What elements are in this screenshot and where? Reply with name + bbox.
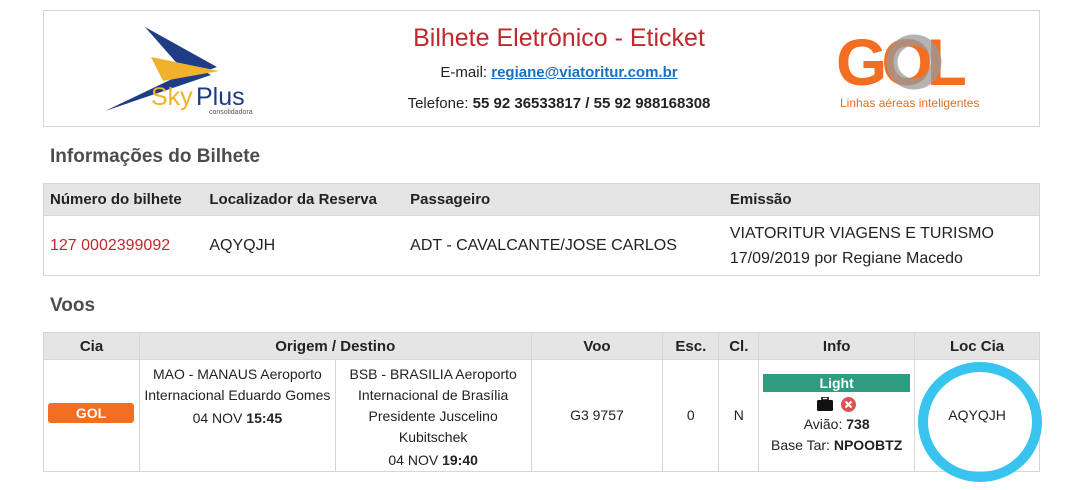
page-title: Bilhete Eletrônico - Eticket xyxy=(413,24,705,52)
aircraft-label: Avião: xyxy=(803,416,843,432)
issuance-cell: VIATORITUR VIAGENS E TURISMO 17/09/2019 … xyxy=(723,215,1040,276)
flights-table: Cia Origem / Destino Voo Esc. Cl. Info L… xyxy=(43,332,1040,472)
origin-time: 15:45 xyxy=(246,410,283,426)
origin-airport: MAO - MANAUS Aeroporto Internacional Edu… xyxy=(144,366,331,403)
column-header: Voo xyxy=(530,332,664,360)
passenger-name: ADT - CAVALCANTE/JOSE CARLOS xyxy=(404,215,724,276)
phone-value: 55 92 36533817 / 55 92 988168308 xyxy=(472,95,711,112)
email-link[interactable]: regiane@viatoritur.com.br xyxy=(491,64,677,81)
reservation-locator: AQYQJH xyxy=(203,215,405,276)
column-header: Emissão xyxy=(723,183,1040,216)
aircraft-line: Avião: 738 xyxy=(759,414,914,435)
fare-basis-label: Base Tar: xyxy=(771,437,830,453)
ticket-number: 127 0002399092 xyxy=(43,215,204,276)
gol-airline-logo: GOL xyxy=(48,402,135,423)
phone-label: Telefone: xyxy=(407,95,469,112)
fare-family-badge: Light xyxy=(763,374,911,392)
destination-date: 04 NOV xyxy=(388,452,439,468)
email-label: E-mail: xyxy=(440,64,488,81)
origin-date: 04 NOV xyxy=(192,410,243,426)
column-header: Origem / Destino xyxy=(138,332,532,360)
svg-text:GOL: GOL xyxy=(76,405,107,421)
fare-basis-line: Base Tar: NPOOBTZ xyxy=(759,435,914,456)
svg-text:GOL: GOL xyxy=(836,27,966,99)
phone-line: Telefone: 55 92 36533817 / 55 92 9881683… xyxy=(344,88,774,119)
table-row: GOL MAO - MANAUS Aeroporto Internacional… xyxy=(43,359,1040,472)
flight-number: G3 9757 xyxy=(530,359,664,472)
baggage-icon xyxy=(817,397,834,411)
info-cell: Light Avião: 738 Base Tar: NPOOBTZ xyxy=(758,359,916,472)
column-header: Localizador da Reserva xyxy=(203,183,405,216)
email-line: E-mail: regiane@viatoritur.com.br xyxy=(344,57,774,88)
column-header: Esc. xyxy=(662,332,720,360)
stops-count: 0 xyxy=(662,359,720,472)
destination-time: 19:40 xyxy=(442,452,478,468)
no-refund-icon xyxy=(841,396,857,412)
destination-cell: BSB - BRASILIA Aeroporto Internacional d… xyxy=(334,359,532,472)
svg-text:Plus: Plus xyxy=(196,83,245,111)
table-header-row: Cia Origem / Destino Voo Esc. Cl. Info L… xyxy=(43,332,1040,360)
svg-text:Linhas aéreas inteligentes: Linhas aéreas inteligentes xyxy=(840,96,979,110)
issuer-name: VIATORITUR VIAGENS E TURISMO xyxy=(729,224,994,242)
aircraft-value: 738 xyxy=(846,416,870,432)
skyplus-logo: Sky Plus consolidadora xyxy=(105,27,253,115)
ticket-info-table: Número do bilhete Localizador da Reserva… xyxy=(43,183,1040,276)
origin-datetime: 04 NOV 15:45 xyxy=(140,408,335,429)
destination-airport: BSB - BRASILIA Aeroporto Internacional d… xyxy=(349,366,517,445)
destination-datetime: 04 NOV 19:40 xyxy=(336,450,531,471)
svg-text:Sky: Sky xyxy=(151,83,193,111)
column-header: Cl. xyxy=(718,332,760,360)
ticket-info-title: Informações do Bilhete xyxy=(50,146,261,167)
origin-cell: MAO - MANAUS Aeroporto Internacional Edu… xyxy=(138,359,336,472)
header-center: Bilhete Eletrônico - Eticket E-mail: reg… xyxy=(344,19,774,119)
column-header: Loc Cia xyxy=(914,332,1040,360)
column-header: Número do bilhete xyxy=(43,183,204,216)
column-header: Cia xyxy=(43,332,140,360)
gol-logo: GOL Linhas aéreas inteligentes xyxy=(836,27,979,110)
column-header: Passageiro xyxy=(404,183,724,216)
svg-text:consolidadora: consolidadora xyxy=(209,109,253,115)
column-header: Info xyxy=(758,332,916,360)
booking-class: N xyxy=(718,359,760,472)
table-header-row: Número do bilhete Localizador da Reserva… xyxy=(43,183,1040,216)
table-row: 127 0002399092 AQYQJH ADT - CAVALCANTE/J… xyxy=(43,215,1040,276)
fare-basis-value: NPOOBTZ xyxy=(833,437,903,453)
info-icons xyxy=(759,394,914,414)
eticket-header: Sky Plus consolidadora Bilhete Eletrônic… xyxy=(43,10,1040,127)
issue-date: 17/09/2019 por Regiane Macedo xyxy=(729,249,963,267)
flights-title: Voos xyxy=(50,295,96,316)
airline-cell: GOL xyxy=(43,359,140,472)
airline-locator: AQYQJH xyxy=(914,359,1040,472)
